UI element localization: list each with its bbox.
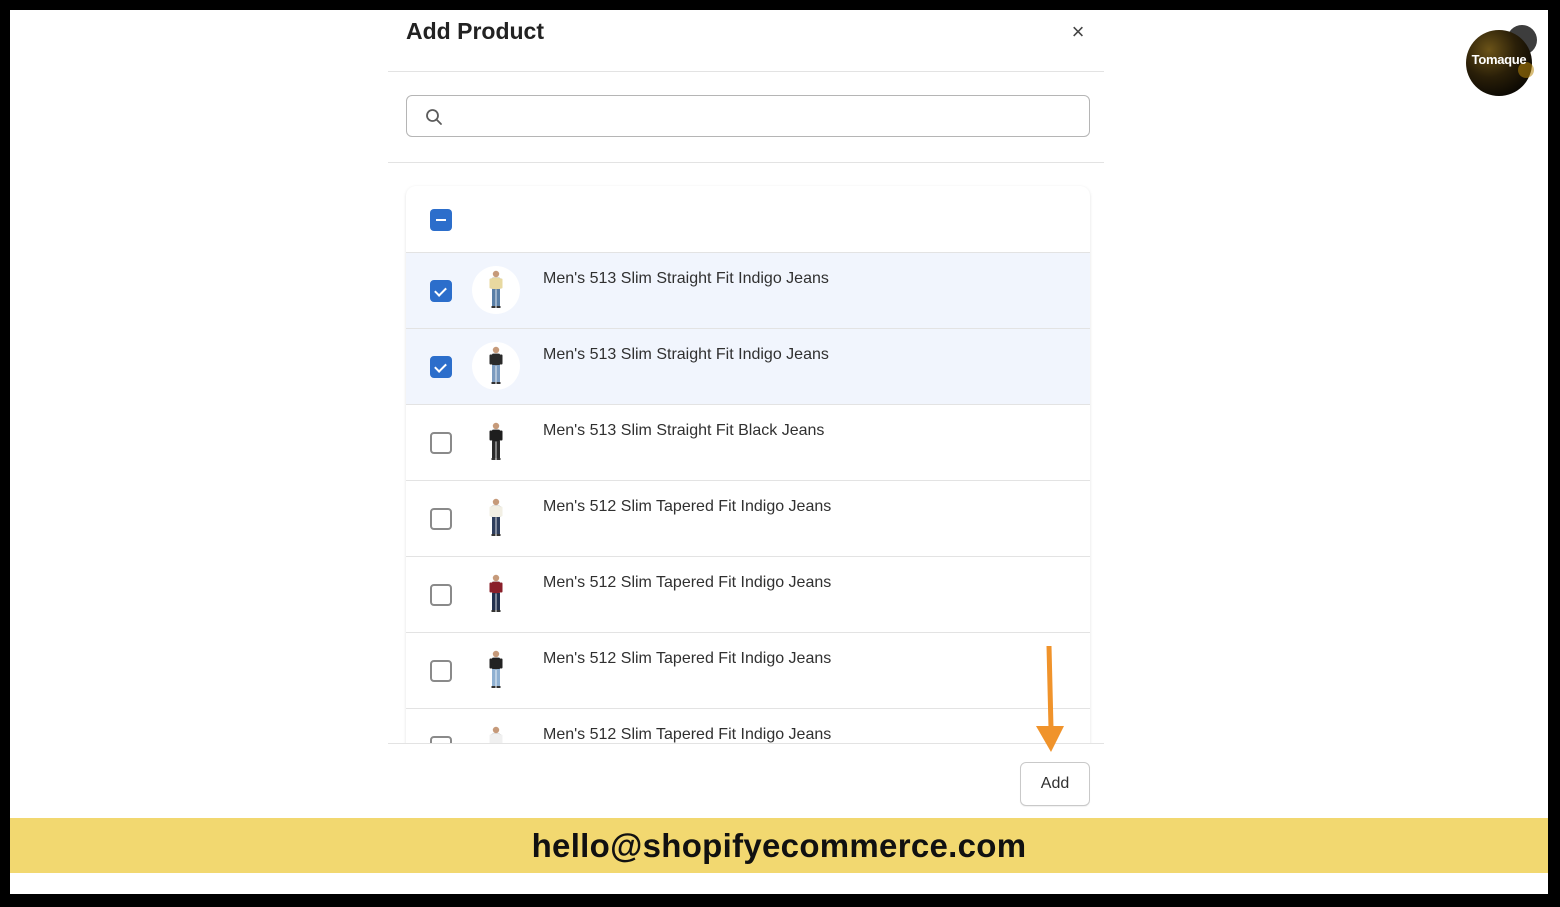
select-all-checkbox[interactable] (430, 209, 452, 231)
arrow-down-icon (1036, 646, 1064, 752)
product-row[interactable]: Men's 512 Slim Tapered Fit Indigo Jeans (406, 557, 1090, 633)
product-thumbnail (472, 570, 520, 618)
product-title: Men's 513 Slim Straight Fit Indigo Jeans (543, 270, 829, 287)
add-product-modal: Add Product × Men's 513 Slim Straight Fi… (388, 10, 1104, 818)
product-checkbox[interactable] (430, 280, 452, 302)
product-thumbnail (472, 266, 520, 314)
screen-frame: Add Product × Men's 513 Slim Straight Fi… (10, 10, 1548, 894)
product-title: Men's 513 Slim Straight Fit Black Jeans (543, 422, 825, 439)
product-thumbnail (472, 494, 520, 542)
search-input[interactable] (453, 102, 1073, 130)
product-title: Men's 512 Slim Tapered Fit Indigo Jeans (543, 726, 832, 743)
modal-footer: Add (388, 743, 1104, 818)
product-checkbox[interactable] (430, 508, 452, 530)
product-title: Men's 512 Slim Tapered Fit Indigo Jeans (543, 650, 832, 667)
product-checkbox[interactable] (430, 432, 452, 454)
product-checkbox[interactable] (430, 584, 452, 606)
add-button[interactable]: Add (1020, 762, 1090, 806)
product-checkbox[interactable] (430, 736, 452, 743)
modal-title: Add Product (406, 18, 544, 44)
logo-text: Tomaque (1471, 52, 1527, 67)
contact-banner: hello@shopifyecommerce.com (10, 818, 1548, 873)
product-row[interactable]: Men's 512 Slim Tapered Fit Indigo Jeans (406, 633, 1090, 709)
product-title: Men's 512 Slim Tapered Fit Indigo Jeans (543, 574, 832, 591)
product-row[interactable]: Men's 512 Slim Tapered Fit Indigo Jeans (406, 709, 1090, 743)
product-thumbnail (472, 418, 520, 466)
list-header (406, 186, 1090, 253)
product-row[interactable]: Men's 513 Slim Straight Fit Black Jeans (406, 405, 1090, 481)
product-checkbox[interactable] (430, 660, 452, 682)
product-thumbnail (472, 646, 520, 694)
product-title: Men's 513 Slim Straight Fit Indigo Jeans (543, 346, 829, 363)
product-list-area: Men's 513 Slim Straight Fit Indigo Jeans… (388, 163, 1104, 743)
product-thumbnail (472, 342, 520, 390)
close-icon[interactable]: × (1066, 20, 1090, 44)
product-title: Men's 512 Slim Tapered Fit Indigo Jeans (543, 498, 832, 515)
product-row[interactable]: Men's 513 Slim Straight Fit Indigo Jeans (406, 253, 1090, 329)
product-list: Men's 513 Slim Straight Fit Indigo Jeans… (406, 186, 1090, 743)
product-row[interactable]: Men's 512 Slim Tapered Fit Indigo Jeans (406, 481, 1090, 557)
modal-header: Add Product × (388, 10, 1104, 72)
search-section (388, 72, 1104, 163)
product-checkbox[interactable] (430, 356, 452, 378)
contact-email: hello@shopifyecommerce.com (531, 827, 1027, 864)
search-box[interactable] (406, 95, 1090, 137)
product-thumbnail (472, 722, 520, 743)
search-icon (426, 109, 442, 125)
product-row[interactable]: Men's 513 Slim Straight Fit Indigo Jeans (406, 329, 1090, 405)
